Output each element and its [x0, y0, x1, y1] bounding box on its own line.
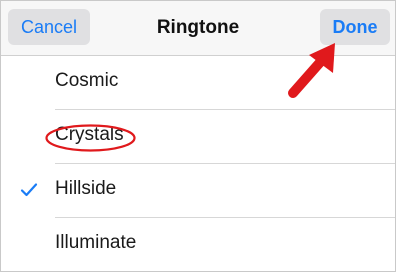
ringtone-row-illuminate[interactable]: Illuminate: [1, 218, 395, 272]
checkmark-icon: [20, 183, 38, 197]
ringtone-label: Illuminate: [55, 232, 137, 253]
red-oval-highlight: [45, 124, 136, 152]
ringtone-label: Cosmic: [55, 70, 119, 91]
ringtone-label: Hillside: [55, 178, 117, 199]
ringtone-row-hillside[interactable]: Hillside: [1, 164, 395, 218]
red-arrow-icon: [288, 43, 335, 98]
